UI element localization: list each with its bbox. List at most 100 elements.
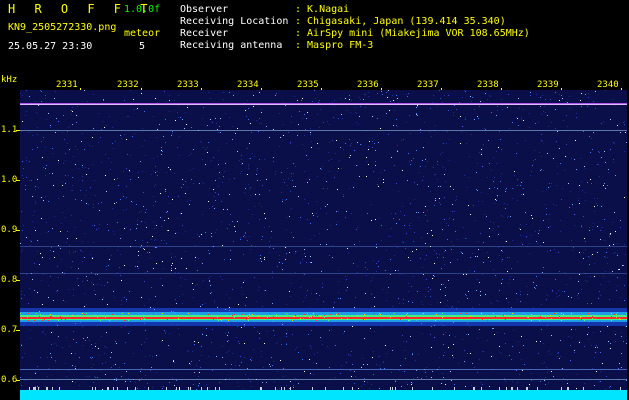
noise-speckle bbox=[489, 228, 490, 229]
noise-speckle bbox=[604, 256, 605, 257]
noise-speckle bbox=[79, 357, 80, 358]
noise-speckle bbox=[76, 115, 77, 116]
noise-speckle bbox=[608, 172, 609, 173]
noise-speckle bbox=[318, 148, 319, 149]
noise-speckle bbox=[520, 224, 521, 225]
noise-speckle bbox=[211, 233, 212, 234]
noise-speckle bbox=[599, 152, 600, 153]
signal-speckle bbox=[248, 320, 249, 321]
noise-speckle bbox=[443, 143, 444, 144]
noise-speckle bbox=[275, 171, 276, 172]
noise-speckle bbox=[67, 238, 68, 239]
noise-speckle bbox=[140, 247, 141, 248]
noise-speckle bbox=[202, 334, 203, 335]
noise-speckle bbox=[542, 141, 543, 142]
noise-speckle bbox=[405, 248, 406, 249]
noise-speckle bbox=[233, 95, 234, 96]
noise-speckle bbox=[571, 329, 572, 330]
noise-speckle bbox=[31, 241, 32, 242]
noise-speckle bbox=[182, 119, 183, 120]
noise-speckle bbox=[452, 306, 453, 307]
noise-speckle bbox=[209, 253, 210, 254]
noise-speckle bbox=[175, 120, 176, 121]
noise-speckle bbox=[79, 385, 80, 386]
noise-speckle bbox=[435, 174, 436, 175]
signal-speckle bbox=[504, 315, 505, 316]
noise-speckle bbox=[60, 248, 61, 249]
noise-speckle bbox=[252, 153, 253, 154]
noise-speckle bbox=[374, 143, 375, 144]
noise-speckle bbox=[39, 387, 40, 388]
noise-speckle bbox=[569, 96, 570, 97]
noise-speckle bbox=[161, 226, 162, 227]
noise-speckle bbox=[551, 371, 552, 372]
noise-speckle bbox=[365, 94, 366, 95]
noise-speckle bbox=[583, 131, 584, 132]
noise-speckle bbox=[97, 284, 98, 285]
noise-speckle bbox=[446, 305, 447, 306]
noise-speckle bbox=[124, 363, 125, 364]
noise-speckle bbox=[541, 114, 542, 115]
noise-speckle bbox=[35, 386, 36, 387]
noise-speckle bbox=[615, 231, 616, 232]
signal-speckle bbox=[620, 319, 621, 320]
signal-speckle bbox=[144, 318, 145, 319]
noise-speckle bbox=[193, 149, 194, 150]
noise-speckle bbox=[434, 174, 435, 175]
noise-speckle bbox=[245, 374, 246, 375]
noise-speckle bbox=[258, 290, 259, 291]
bottom-band-speckle bbox=[432, 387, 433, 390]
noise-speckle bbox=[436, 105, 437, 106]
noise-speckle bbox=[26, 177, 27, 178]
noise-speckle bbox=[25, 185, 26, 186]
minute-tick-label: 2336 bbox=[357, 80, 379, 90]
noise-speckle bbox=[129, 171, 130, 172]
noise-speckle bbox=[567, 380, 568, 381]
signal-speckle bbox=[567, 319, 568, 320]
noise-speckle bbox=[584, 346, 585, 347]
noise-speckle bbox=[285, 247, 286, 248]
y-tick-label: 0.9 bbox=[1, 225, 18, 235]
noise-speckle bbox=[346, 362, 347, 363]
noise-speckle bbox=[86, 304, 87, 305]
bottom-band-speckle bbox=[343, 387, 344, 390]
noise-speckle bbox=[37, 240, 38, 241]
noise-speckle bbox=[51, 332, 52, 333]
noise-speckle bbox=[517, 143, 518, 144]
noise-speckle bbox=[447, 239, 448, 240]
noise-speckle bbox=[420, 166, 421, 167]
noise-speckle bbox=[607, 263, 608, 264]
noise-speckle bbox=[165, 332, 166, 333]
noise-speckle bbox=[71, 190, 72, 191]
noise-speckle bbox=[609, 299, 610, 300]
noise-speckle bbox=[320, 109, 321, 110]
noise-speckle bbox=[340, 298, 341, 299]
noise-speckle bbox=[126, 139, 127, 140]
noise-speckle bbox=[489, 95, 490, 96]
noise-speckle bbox=[587, 281, 588, 282]
noise-speckle bbox=[198, 385, 199, 386]
noise-speckle bbox=[57, 266, 58, 267]
noise-speckle bbox=[311, 330, 312, 331]
noise-speckle bbox=[50, 353, 51, 354]
noise-speckle bbox=[300, 263, 301, 264]
noise-speckle bbox=[588, 339, 589, 340]
noise-speckle bbox=[275, 174, 276, 175]
noise-speckle bbox=[570, 345, 571, 346]
noise-speckle bbox=[579, 185, 580, 186]
noise-speckle bbox=[422, 160, 423, 161]
noise-speckle bbox=[41, 218, 42, 219]
noise-speckle bbox=[80, 250, 81, 251]
carrier-line bbox=[20, 130, 627, 131]
noise-speckle bbox=[523, 345, 524, 346]
noise-speckle bbox=[144, 140, 145, 141]
noise-speckle bbox=[89, 145, 90, 146]
noise-speckle bbox=[509, 279, 510, 280]
noise-speckle bbox=[436, 253, 437, 254]
noise-speckle bbox=[616, 290, 617, 291]
noise-speckle bbox=[259, 338, 260, 339]
noise-speckle bbox=[40, 253, 41, 254]
noise-speckle bbox=[261, 123, 262, 124]
noise-speckle bbox=[591, 183, 592, 184]
noise-speckle bbox=[571, 240, 572, 241]
